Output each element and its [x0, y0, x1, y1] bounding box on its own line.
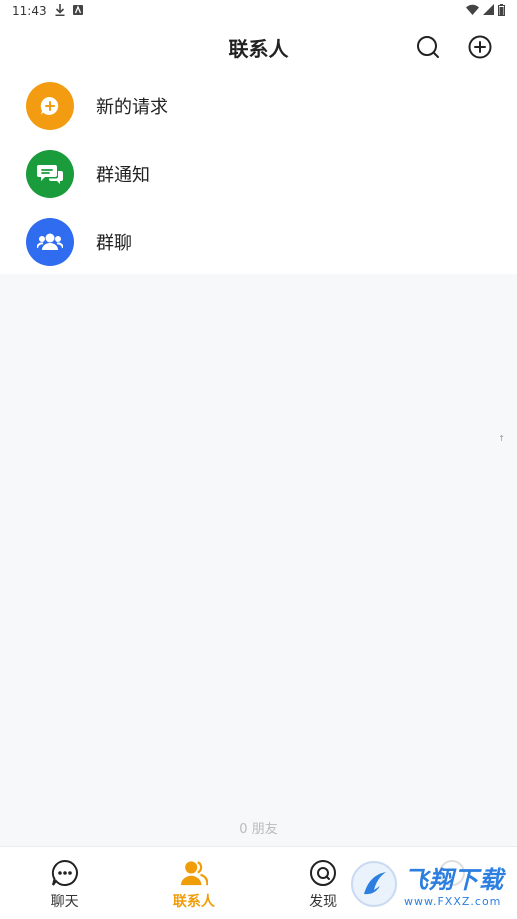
status-left: 11:43: [12, 3, 83, 19]
header: 联系人: [0, 22, 517, 72]
status-bar: 11:43: [0, 0, 517, 22]
contacts-icon: [180, 859, 208, 887]
menu-item-group-chats[interactable]: 群聊: [0, 208, 517, 276]
add-button[interactable]: [467, 34, 493, 60]
tab-label: 联系人: [172, 894, 215, 910]
status-right: [466, 3, 505, 19]
watermark: 飞翔下载 www.FXXZ.com: [350, 858, 506, 910]
friend-count: 0 朋友: [239, 822, 278, 837]
add-chat-icon: [40, 96, 59, 115]
group-chat-avatar: [26, 218, 74, 266]
status-time: 11:43: [12, 4, 47, 18]
header-actions: [415, 34, 493, 60]
group-notice-avatar: [26, 150, 74, 198]
tab-chat[interactable]: 聊天: [0, 847, 129, 919]
search-icon: [417, 36, 439, 58]
download-icon: [55, 3, 65, 19]
contacts-list-area[interactable]: [0, 274, 517, 846]
menu-item-label: 群通知: [96, 165, 150, 186]
watermark-sub: www.FXXZ.com: [404, 895, 502, 908]
wifi-icon: [466, 4, 479, 18]
menu-item-label: 群聊: [96, 233, 132, 254]
signal-icon: [483, 4, 494, 18]
watermark-logo-icon: [351, 861, 397, 907]
notification-icon: [72, 4, 83, 18]
watermark-main: 飞翔下载: [404, 866, 504, 894]
menu-item-new-requests[interactable]: 新的请求: [0, 72, 517, 140]
new-request-avatar: [26, 82, 74, 130]
discover-icon: [309, 859, 337, 887]
group-icon: [37, 233, 63, 250]
watermark-text: 飞翔下载 www.FXXZ.com: [404, 860, 504, 908]
tab-label: 发现: [309, 894, 338, 910]
tab-label: 聊天: [50, 894, 79, 910]
tab-contacts[interactable]: 联系人: [129, 847, 258, 919]
page-title: 联系人: [228, 36, 289, 61]
chat-bubbles-icon: [37, 165, 63, 184]
battery-icon: [498, 3, 505, 19]
alphabet-index[interactable]: ↑: [498, 434, 505, 443]
add-circle-icon: [468, 35, 492, 59]
chat-icon: [51, 859, 79, 887]
contacts-menu: 新的请求 群通知 群聊: [0, 72, 517, 274]
menu-item-group-notices[interactable]: 群通知: [0, 140, 517, 208]
search-button[interactable]: [415, 34, 441, 60]
menu-item-label: 新的请求: [96, 97, 168, 118]
